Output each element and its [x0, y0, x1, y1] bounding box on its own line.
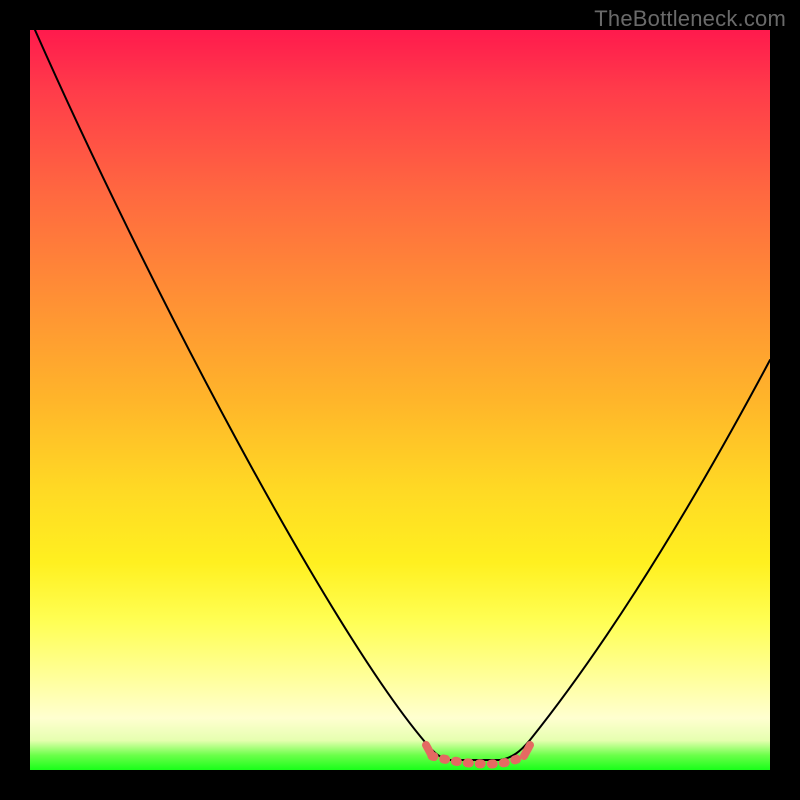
bottleneck-curve — [35, 30, 770, 760]
optimal-range-tip-left — [426, 745, 432, 756]
watermark-text: TheBottleneck.com — [594, 6, 786, 32]
optimal-range-tip-right — [524, 745, 530, 756]
plot-area — [30, 30, 770, 770]
chart-frame: TheBottleneck.com — [0, 0, 800, 800]
curve-layer — [30, 30, 770, 770]
